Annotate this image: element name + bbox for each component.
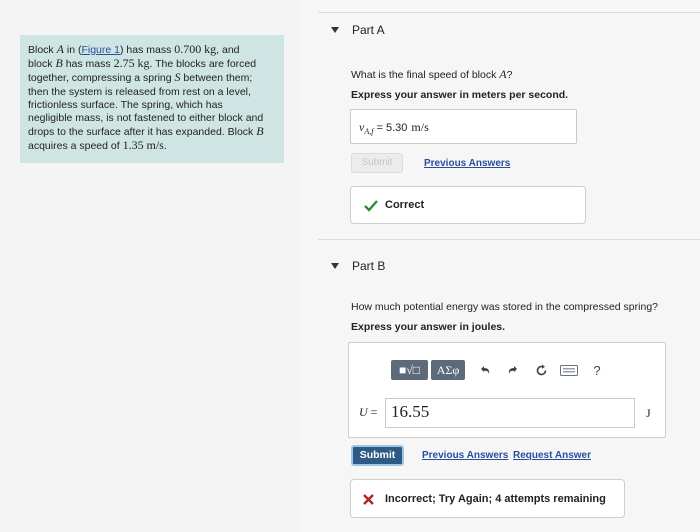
feedback-text: Incorrect; Try Again; 4 attempts remaini… <box>385 493 606 505</box>
keyboard-icon[interactable] <box>558 360 580 380</box>
collapse-caret-icon[interactable] <box>331 27 339 33</box>
block-a-symbol: A <box>56 42 64 56</box>
part-a-submit-button[interactable]: Submit <box>351 153 403 173</box>
part-b-answer-editor: ■√□ ΑΣφ ? U = 16.55 J <box>348 342 666 438</box>
part-b-instruction: Express your answer in joules. <box>351 321 506 333</box>
question-text: What is the final speed of block <box>351 69 500 81</box>
answer-input[interactable]: 16.55 <box>385 398 635 428</box>
answer-unit: J <box>646 406 651 420</box>
checkmark-icon <box>364 200 378 212</box>
block-b-symbol: B <box>256 124 264 139</box>
part-a-question: What is the final speed of block A? <box>351 67 512 82</box>
answer-variable-label: U = <box>359 405 377 420</box>
question-text: ? <box>506 69 513 81</box>
problem-text: drops to the surface after it has expand… <box>28 126 257 139</box>
help-icon[interactable]: ? <box>586 360 608 380</box>
problem-text: ) has mass <box>119 44 175 56</box>
figure-link[interactable]: Figure 1 <box>81 44 120 56</box>
mass-unit: kg <box>204 42 217 56</box>
speed-b-value: 1.35 <box>122 138 144 153</box>
feedback-text: Correct <box>385 199 425 211</box>
mass-unit: kg <box>137 56 150 71</box>
problem-text: acquires a speed of <box>28 140 123 153</box>
x-mark-icon <box>363 494 374 505</box>
request-answer-link[interactable]: Request Answer <box>513 450 591 461</box>
divider <box>318 239 700 240</box>
math-toolbar: ■√□ ΑΣφ ? <box>391 359 608 381</box>
answer-value: 5.30 <box>385 122 408 134</box>
problem-text: has mass <box>62 58 114 71</box>
problem-text: Block <box>28 44 57 56</box>
redo-icon[interactable] <box>502 360 524 380</box>
part-b-question: How much potential energy was stored in … <box>351 301 658 313</box>
collapse-caret-icon[interactable] <box>331 263 339 269</box>
reset-icon[interactable] <box>530 360 552 380</box>
mass-b-value: 2.75 <box>113 56 135 71</box>
part-b-title[interactable]: Part B <box>352 259 385 273</box>
divider <box>318 12 700 13</box>
problem-text: then the system is released from rest on… <box>28 85 251 98</box>
problem-text: negligible mass, is not fastened to eith… <box>28 112 264 125</box>
part-a-instruction: Express your answer in meters per second… <box>351 89 569 101</box>
part-a-answer-display: vA,f = 5.30 m/s <box>350 109 577 144</box>
part-b-feedback: Incorrect; Try Again; 4 attempts remaini… <box>350 479 625 518</box>
speed-unit: m/s <box>146 138 164 153</box>
problem-panel: Block A in (Figure 1) has mass 0.700 kg,… <box>0 0 300 532</box>
answer-unit: m/s <box>411 120 429 134</box>
problem-text: between them; <box>180 72 253 85</box>
answer-variable: U <box>359 405 368 419</box>
equals-sign: = <box>367 405 378 419</box>
question-variable: A <box>499 67 507 81</box>
part-a-feedback: Correct <box>350 186 586 224</box>
problem-text: , and <box>216 44 240 56</box>
problem-text: together, compressing a spring <box>28 72 175 85</box>
undo-icon[interactable] <box>474 360 496 380</box>
problem-text: block <box>28 58 56 71</box>
equals-sign: = <box>373 122 386 134</box>
templates-button[interactable]: ■√□ <box>391 360 428 380</box>
symbols-button[interactable]: ΑΣφ <box>431 360 465 380</box>
part-a-title[interactable]: Part A <box>352 23 385 37</box>
part-b-previous-answers-link[interactable]: Previous Answers <box>422 450 508 461</box>
problem-statement: Block A in (Figure 1) has mass 0.700 kg,… <box>20 35 284 163</box>
block-b-symbol: B <box>55 56 63 71</box>
part-b-submit-button[interactable]: Submit <box>351 445 404 466</box>
problem-text: in ( <box>63 44 82 56</box>
problem-text: . The blocks are forced <box>149 58 257 71</box>
part-a-previous-answers-link[interactable]: Previous Answers <box>424 158 510 169</box>
problem-text: frictionless surface. The spring, which … <box>28 98 223 111</box>
problem-text: . <box>163 140 167 153</box>
mass-a-value: 0.700 <box>174 42 202 56</box>
